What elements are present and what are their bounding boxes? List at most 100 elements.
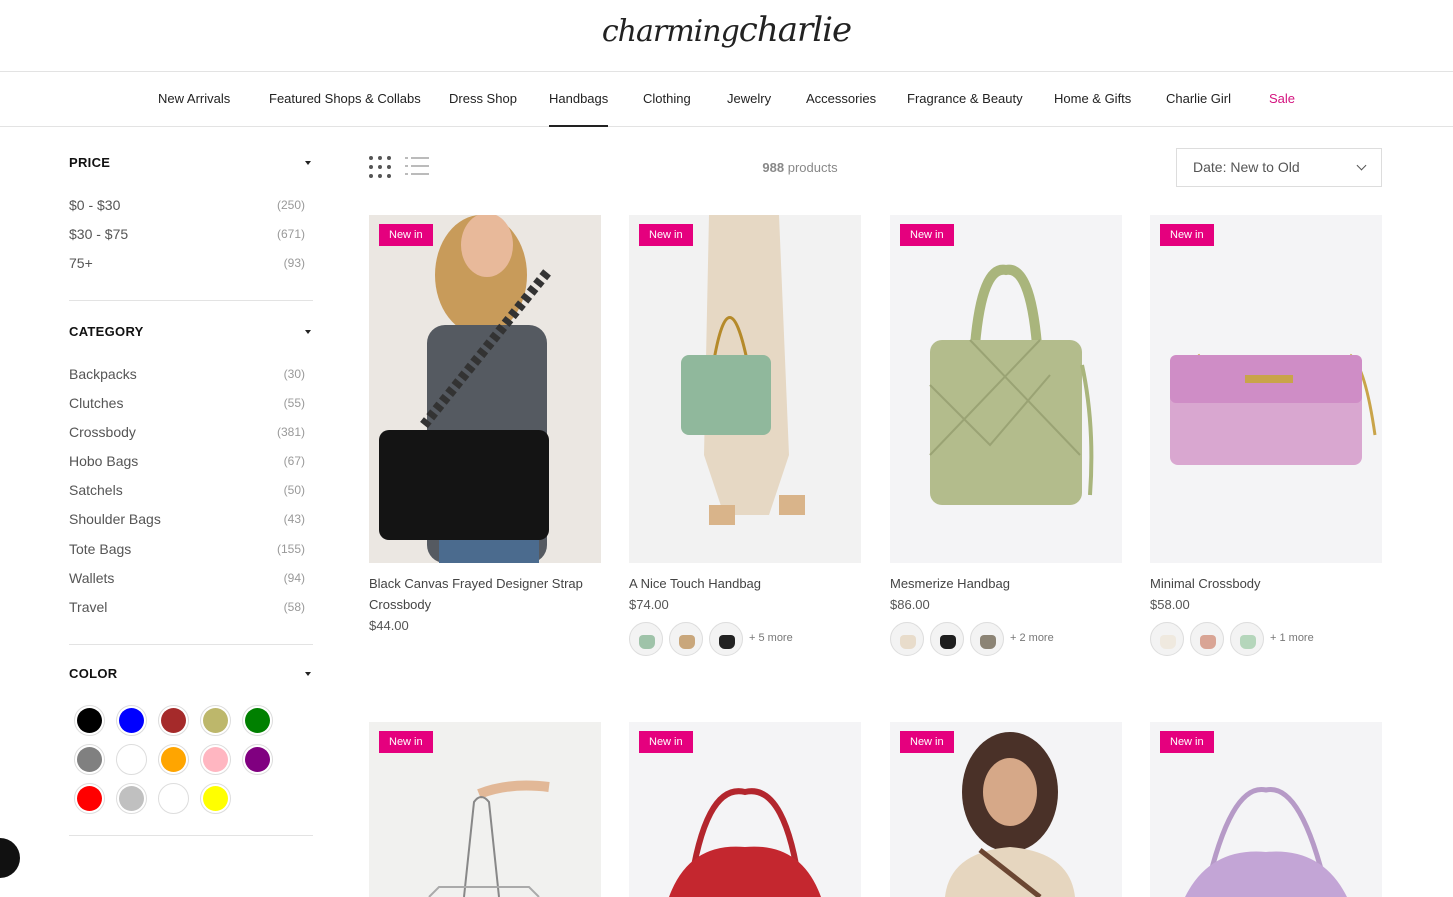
category-option[interactable]: Hobo Bags (67) [69, 453, 305, 469]
category-filter-title: CATEGORY [69, 324, 144, 339]
color-swatch[interactable] [200, 705, 231, 736]
nav-sale[interactable]: Sale [1269, 91, 1295, 127]
nav-jewelry[interactable]: Jewelry [727, 91, 771, 127]
nav-featured-shops[interactable]: Featured Shops & Collabs [269, 91, 421, 127]
color-swatch[interactable] [242, 705, 273, 736]
option-label: Clutches [69, 395, 124, 411]
variant-thumb[interactable] [1230, 622, 1264, 656]
color-swatch[interactable] [74, 705, 105, 736]
product-price: $44.00 [369, 618, 409, 633]
option-label: $30 - $75 [69, 226, 129, 242]
price-option[interactable]: 75+ (93) [69, 255, 305, 271]
brand-logo[interactable]: charmingcharlie [0, 10, 1453, 50]
nav-new-arrivals[interactable]: New Arrivals [158, 91, 230, 127]
category-option[interactable]: Clutches (55) [69, 395, 305, 411]
color-swatch[interactable] [158, 744, 189, 775]
option-label: Travel [69, 599, 108, 615]
variant-thumb[interactable] [1150, 622, 1184, 656]
option-label: $0 - $30 [69, 197, 121, 213]
product-image[interactable]: New in [890, 722, 1122, 897]
color-swatch[interactable] [242, 744, 273, 775]
nav-fragrance-beauty[interactable]: Fragrance & Beauty [907, 91, 1023, 127]
product-title[interactable]: A Nice Touch Handbag [629, 573, 861, 594]
nav-clothing[interactable]: Clothing [643, 91, 691, 127]
product-image[interactable]: New in [629, 215, 861, 563]
option-count: (58) [283, 600, 305, 614]
nav-dress-shop[interactable]: Dress Shop [449, 91, 517, 127]
variant-thumb[interactable] [669, 622, 703, 656]
caret-down-icon [305, 161, 311, 165]
category-option[interactable]: Travel (58) [69, 599, 305, 615]
list-view-icon[interactable] [405, 157, 429, 177]
product-title[interactable]: Black Canvas Frayed Designer Strap Cross… [369, 573, 601, 615]
variant-thumb[interactable] [629, 622, 663, 656]
product-count-number: 988 [762, 160, 785, 175]
divider [69, 835, 313, 836]
price-option[interactable]: $30 - $75 (671) [69, 226, 305, 242]
product-image[interactable]: New in [1150, 722, 1382, 897]
option-label: 75+ [69, 255, 93, 271]
product-photo-sage-tote [890, 215, 1122, 563]
color-swatch[interactable] [200, 744, 231, 775]
color-swatch[interactable] [74, 783, 105, 814]
category-option[interactable]: Satchels (50) [69, 482, 305, 498]
option-count: (671) [276, 227, 305, 241]
new-in-badge: New in [900, 731, 954, 753]
variant-thumb[interactable] [709, 622, 743, 656]
option-label: Shoulder Bags [69, 511, 161, 527]
nav-handbags[interactable]: Handbags [549, 91, 609, 127]
nav-accessories[interactable]: Accessories [806, 91, 876, 127]
sort-select[interactable]: Date: New to Old [1176, 148, 1382, 187]
option-label: Tote Bags [69, 541, 132, 557]
category-option[interactable]: Shoulder Bags (43) [69, 511, 305, 527]
product-image[interactable]: New in [1150, 215, 1382, 563]
color-swatch[interactable] [116, 783, 147, 814]
new-in-badge: New in [379, 224, 433, 246]
more-variants-link[interactable]: + 5 more [749, 632, 793, 644]
divider [69, 644, 313, 645]
more-variants-link[interactable]: + 1 more [1270, 632, 1314, 644]
color-swatch[interactable] [200, 783, 231, 814]
color-filter-header[interactable]: COLOR [69, 666, 313, 681]
variant-thumb[interactable] [890, 622, 924, 656]
option-count: (250) [276, 198, 305, 212]
new-in-badge: New in [1160, 224, 1214, 246]
product-title[interactable]: Mesmerize Handbag [890, 573, 1122, 594]
more-variants-link[interactable]: + 2 more [1010, 632, 1054, 644]
product-photo-green-handbag [629, 215, 861, 563]
nav-charlie-girl[interactable]: Charlie Girl [1166, 91, 1231, 127]
variant-thumb[interactable] [970, 622, 1004, 656]
color-swatch[interactable] [116, 705, 147, 736]
variant-thumb[interactable] [1190, 622, 1224, 656]
chevron-down-icon [1356, 160, 1367, 171]
product-image[interactable]: New in [890, 215, 1122, 563]
color-swatch[interactable] [74, 744, 105, 775]
price-filter-title: PRICE [69, 155, 111, 170]
variant-thumb[interactable] [930, 622, 964, 656]
price-option[interactable]: $0 - $30 (250) [69, 197, 305, 213]
category-option[interactable]: Crossbody (381) [69, 424, 305, 440]
color-swatch[interactable] [116, 744, 147, 775]
option-count: (43) [283, 512, 305, 526]
color-swatch[interactable] [158, 783, 189, 814]
product-image[interactable]: New in [369, 722, 601, 897]
product-image[interactable]: New in [369, 215, 601, 563]
product-price: $58.00 [1150, 597, 1190, 612]
nav-home-gifts[interactable]: Home & Gifts [1054, 91, 1131, 127]
new-in-badge: New in [639, 224, 693, 246]
color-swatch[interactable] [158, 705, 189, 736]
category-filter-header[interactable]: CATEGORY [69, 324, 313, 339]
divider [69, 300, 313, 301]
category-option[interactable]: Backpacks (30) [69, 366, 305, 382]
chat-widget-button[interactable] [0, 838, 20, 878]
category-option[interactable]: Wallets (94) [69, 570, 305, 586]
new-in-badge: New in [1160, 731, 1214, 753]
grid-view-icon[interactable] [369, 156, 391, 178]
price-filter-header[interactable]: PRICE [69, 155, 313, 170]
category-option[interactable]: Tote Bags (155) [69, 541, 305, 557]
product-title[interactable]: Minimal Crossbody [1150, 573, 1382, 594]
logo-text-a: charming [601, 14, 740, 49]
option-label: Satchels [69, 482, 123, 498]
product-image[interactable]: New in [629, 722, 861, 897]
product-count: 988 products [700, 160, 900, 175]
